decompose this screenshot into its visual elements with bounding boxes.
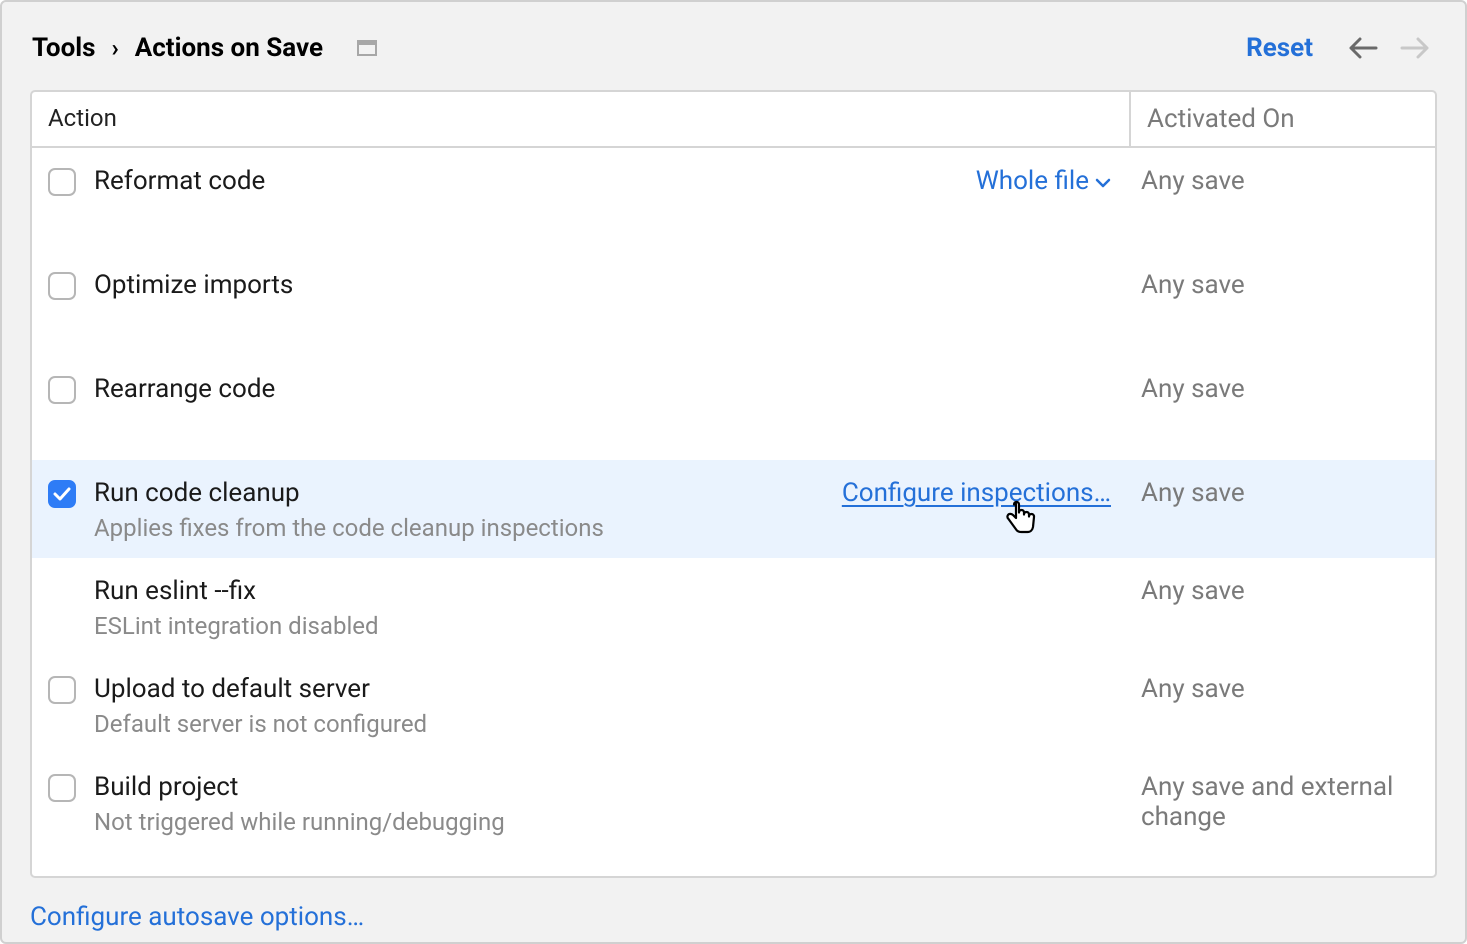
checkbox-run-code-cleanup[interactable]	[48, 480, 76, 508]
action-subtitle: Not triggered while running/debugging	[94, 808, 1125, 836]
activated-on-value: Any save	[1125, 374, 1431, 404]
reformat-scope-dropdown[interactable]: Whole file	[976, 166, 1111, 196]
row-rearrange-code: Rearrange code Any save	[32, 356, 1435, 460]
breadcrumb-current: Actions on Save	[135, 33, 323, 63]
checkbox-build-project[interactable]	[48, 774, 76, 802]
reformat-scope-label: Whole file	[976, 166, 1089, 196]
back-arrow-icon[interactable]	[1343, 28, 1383, 68]
action-title: Optimize imports	[94, 270, 1125, 300]
activated-on-value: Any save	[1125, 576, 1431, 640]
row-upload-default-server: Upload to default server Default server …	[32, 656, 1435, 754]
chevron-down-icon	[1095, 169, 1111, 193]
column-header-activated: Activated On	[1129, 92, 1435, 146]
breadcrumb: Tools › Actions on Save	[32, 33, 377, 63]
checkbox-reformat-code[interactable]	[48, 168, 76, 196]
breadcrumb-parent[interactable]: Tools	[32, 33, 96, 63]
action-title: Reformat code	[94, 166, 976, 196]
row-optimize-imports: Optimize imports Any save	[32, 252, 1435, 356]
activated-on-value: Any save	[1125, 166, 1431, 196]
action-subtitle: Applies fixes from the code cleanup insp…	[94, 514, 842, 542]
activated-on-value: Any save	[1125, 270, 1431, 300]
footer: Configure autosave options…	[2, 878, 1465, 942]
forward-arrow-icon	[1395, 28, 1435, 68]
actions-table: Action Activated On Reformat code Whole …	[30, 90, 1437, 878]
configure-autosave-link[interactable]: Configure autosave options…	[30, 902, 364, 932]
activated-on-value: Any save and external change	[1125, 772, 1431, 836]
action-subtitle: Default server is not configured	[94, 710, 1125, 738]
action-subtitle: ESLint integration disabled	[94, 612, 1125, 640]
reset-button[interactable]: Reset	[1246, 33, 1313, 63]
activated-on-value: Any save	[1125, 478, 1431, 542]
header: Tools › Actions on Save Reset	[2, 2, 1465, 90]
action-title: Run code cleanup	[94, 478, 842, 508]
breadcrumb-editor-icon[interactable]	[357, 40, 377, 56]
row-reformat-code: Reformat code Whole file Any save	[32, 148, 1435, 252]
row-run-eslint-fix: Run eslint --fix ESLint integration disa…	[32, 558, 1435, 656]
action-title: Upload to default server	[94, 674, 1125, 704]
action-title: Build project	[94, 772, 1125, 802]
row-run-code-cleanup: Run code cleanup Applies fixes from the …	[32, 460, 1435, 558]
checkbox-optimize-imports[interactable]	[48, 272, 76, 300]
chevron-right-icon: ›	[112, 34, 119, 62]
table-header: Action Activated On	[32, 92, 1435, 148]
row-build-project: Build project Not triggered while runnin…	[32, 754, 1435, 876]
column-header-action: Action	[32, 92, 1129, 146]
checkbox-upload-default-server[interactable]	[48, 676, 76, 704]
activated-on-value: Any save	[1125, 674, 1431, 738]
checkbox-rearrange-code[interactable]	[48, 376, 76, 404]
settings-window: Tools › Actions on Save Reset Action Act…	[0, 0, 1467, 944]
action-title: Rearrange code	[94, 374, 1125, 404]
action-title: Run eslint --fix	[94, 576, 1125, 606]
configure-inspections-link[interactable]: Configure inspections…	[842, 478, 1111, 508]
